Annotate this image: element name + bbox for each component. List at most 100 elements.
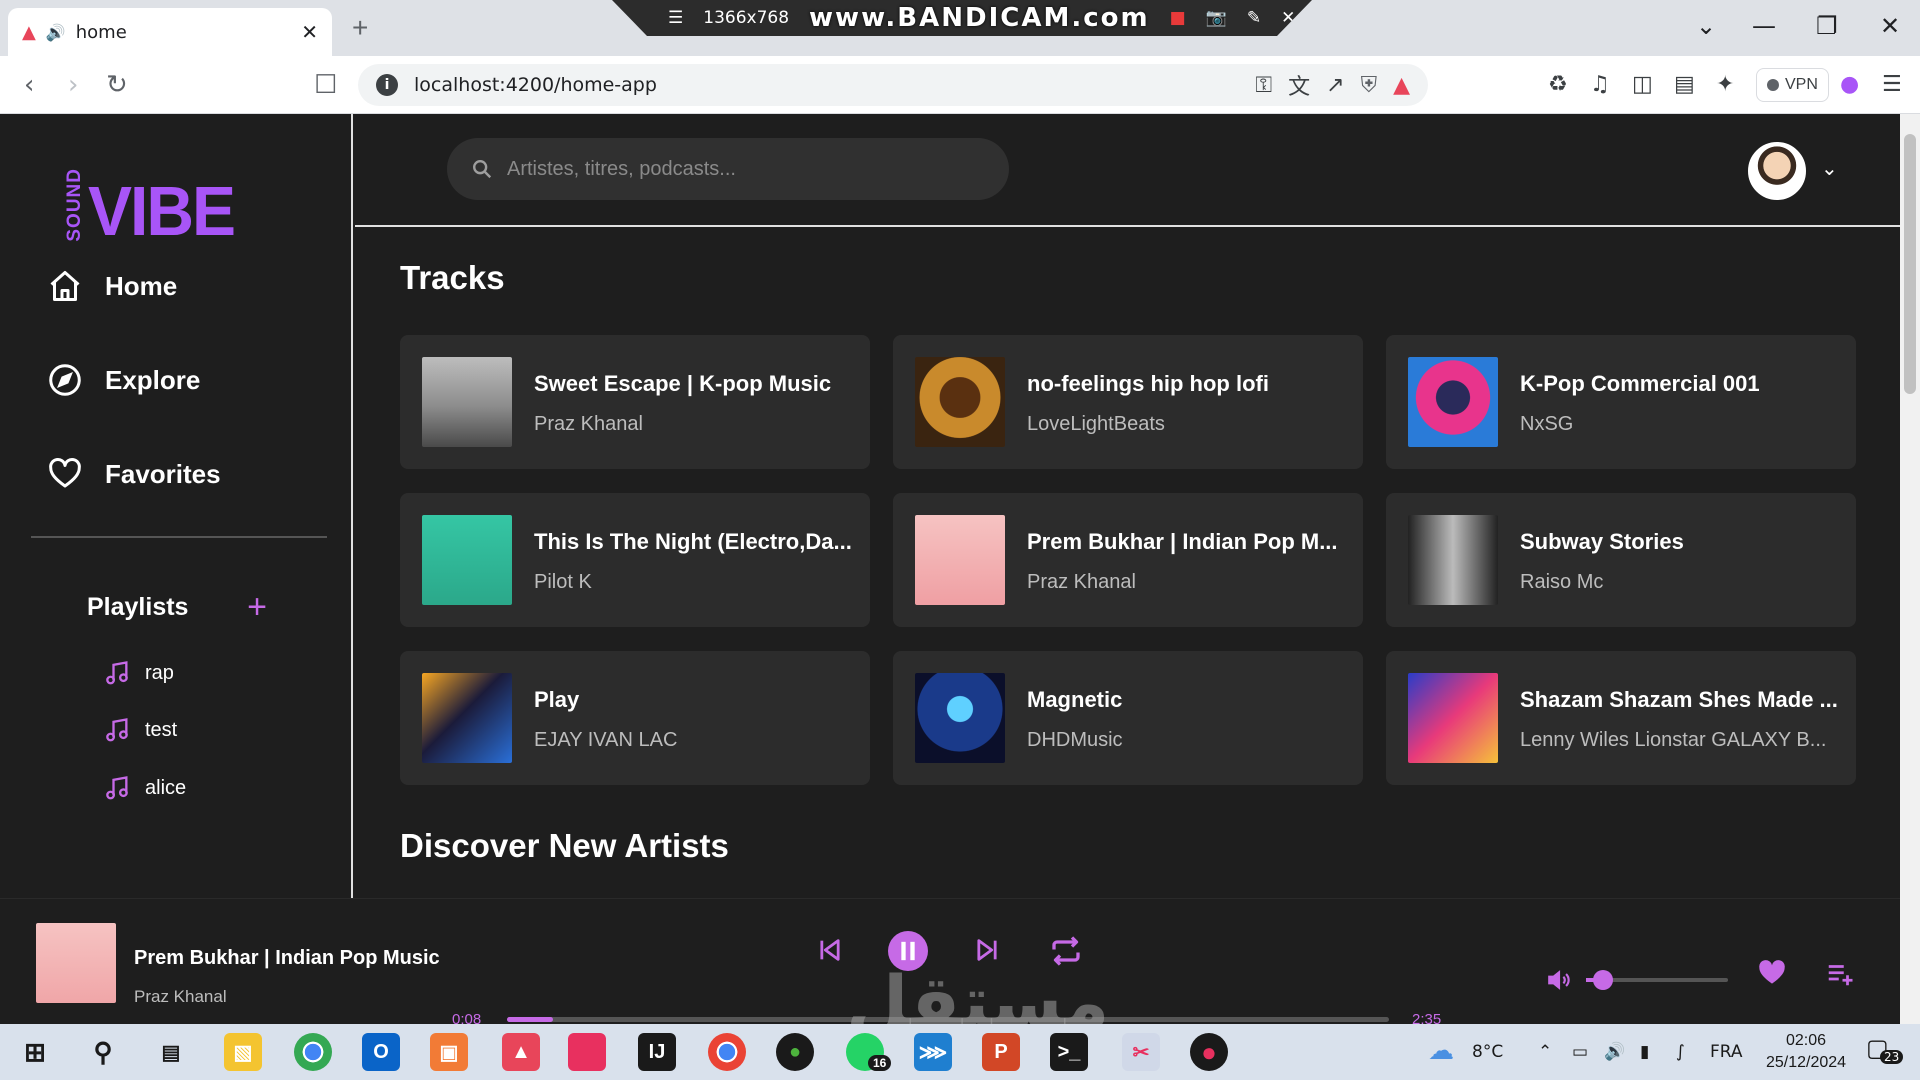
taskbar-search-icon[interactable]: ⚲ bbox=[84, 1033, 122, 1071]
translate-icon[interactable]: 文 bbox=[1288, 69, 1310, 101]
recorder-camera-icon[interactable]: 📷 bbox=[1206, 8, 1227, 28]
recorder-close-icon[interactable]: ✕ bbox=[1281, 8, 1295, 28]
share-icon[interactable]: ↗ bbox=[1326, 73, 1344, 98]
file-explorer-icon[interactable]: ▧ bbox=[224, 1033, 262, 1071]
windows-start-icon[interactable]: ⊞ bbox=[16, 1033, 54, 1071]
intellij-icon[interactable]: IJ bbox=[638, 1033, 676, 1071]
minimize-icon[interactable]: — bbox=[1752, 12, 1776, 40]
forward-icon[interactable]: › bbox=[68, 70, 78, 100]
nav-explore[interactable]: Explore bbox=[47, 362, 200, 398]
whatsapp-icon[interactable]: 16 bbox=[846, 1033, 892, 1071]
nav-favorites[interactable]: Favorites bbox=[47, 456, 221, 492]
user-avatar[interactable] bbox=[1748, 142, 1806, 200]
playlist-item[interactable]: alice bbox=[103, 774, 186, 802]
postman-icon[interactable]: ▣ bbox=[430, 1033, 468, 1071]
media-icon[interactable]: ♫ bbox=[1590, 72, 1610, 97]
leo-ai-icon[interactable]: ✦ bbox=[1716, 72, 1734, 97]
volume-slider[interactable] bbox=[1586, 970, 1728, 990]
pause-icon[interactable] bbox=[888, 931, 928, 971]
playlist-item[interactable]: test bbox=[103, 716, 177, 744]
chevron-down-icon[interactable]: ⌄ bbox=[1821, 156, 1838, 181]
track-card[interactable]: K-Pop Commercial 001 NxSG bbox=[1386, 335, 1856, 469]
password-key-icon[interactable]: ⚿ bbox=[1255, 73, 1272, 98]
track-card[interactable]: Prem Bukhar | Indian Pop M... Praz Khana… bbox=[893, 493, 1363, 627]
menu-icon[interactable]: ☰ bbox=[1882, 72, 1902, 97]
discover-title: Discover New Artists bbox=[400, 827, 729, 864]
volume-knob[interactable] bbox=[1593, 970, 1614, 990]
nav-home[interactable]: Home bbox=[47, 268, 177, 304]
extensions-icon[interactable]: ♻ bbox=[1548, 72, 1568, 97]
track-card[interactable]: Subway Stories Raiso Mc bbox=[1386, 493, 1856, 627]
brave-rewards-icon[interactable]: ▲ bbox=[1393, 73, 1410, 98]
notifications-icon[interactable]: ▢ 23 bbox=[1866, 1034, 1904, 1064]
recorder-pen-icon[interactable]: ✎ bbox=[1247, 8, 1261, 28]
brave-shield-icon[interactable]: ⛨ bbox=[1361, 73, 1378, 98]
new-tab-button[interactable]: + bbox=[352, 12, 368, 44]
now-playing-artist[interactable]: Praz Khanal bbox=[134, 987, 227, 1007]
wallet-icon[interactable]: ▤ bbox=[1674, 72, 1695, 97]
track-card[interactable]: no-feelings hip hop lofi LoveLightBeats bbox=[893, 335, 1363, 469]
tab-close-icon[interactable]: ✕ bbox=[301, 20, 318, 44]
tray-device-icon[interactable]: ▭ bbox=[1572, 1042, 1588, 1062]
sidebar-toggle-icon[interactable]: ◫ bbox=[1632, 72, 1653, 97]
outlook-icon[interactable]: O bbox=[362, 1033, 400, 1071]
mongodb-icon[interactable]: ● bbox=[776, 1033, 814, 1071]
close-window-icon[interactable]: ✕ bbox=[1880, 12, 1900, 40]
app-logo[interactable]: SOUND VIBE bbox=[64, 168, 236, 245]
tray-overflow-icon[interactable]: ⌃ bbox=[1538, 1042, 1552, 1062]
queue-add-icon[interactable] bbox=[1824, 959, 1856, 989]
now-playing-cover[interactable] bbox=[36, 923, 116, 1003]
track-card[interactable]: Shazam Shazam Shes Made ... Lenny Wiles … bbox=[1386, 651, 1856, 785]
progress-bar[interactable] bbox=[507, 1017, 1389, 1022]
weather-temp[interactable]: 8°C bbox=[1472, 1042, 1503, 1062]
back-icon[interactable]: ‹ bbox=[24, 70, 34, 100]
taskbar-clock[interactable]: 02:06 25/12/2024 bbox=[1756, 1030, 1856, 1074]
page-scrollbar[interactable] bbox=[1900, 114, 1920, 1024]
task-view-icon[interactable]: ▤ bbox=[152, 1033, 190, 1071]
vpn-button[interactable]: VPN bbox=[1756, 68, 1829, 102]
language-indicator[interactable]: FRA bbox=[1710, 1042, 1743, 1062]
brave-browser-icon[interactable]: ▲ bbox=[502, 1033, 540, 1071]
volume-icon[interactable] bbox=[1546, 967, 1572, 993]
url-text[interactable]: localhost:4200/home-app bbox=[414, 74, 1239, 96]
profile-icon[interactable]: ● bbox=[1840, 72, 1859, 97]
playlist-item[interactable]: rap bbox=[103, 659, 174, 687]
repeat-icon[interactable] bbox=[1048, 933, 1084, 969]
browser-tab[interactable]: ▲ 🔊 home ✕ bbox=[8, 8, 332, 56]
track-card[interactable]: This Is The Night (Electro,Da... Pilot K bbox=[400, 493, 870, 627]
tab-audio-icon[interactable]: 🔊 bbox=[46, 23, 66, 42]
track-artist: DHDMusic bbox=[1027, 729, 1123, 751]
tray-battery-icon[interactable]: ▮ bbox=[1640, 1042, 1649, 1062]
previous-track-icon[interactable] bbox=[816, 935, 844, 965]
recorder-stop-icon[interactable]: ■ bbox=[1170, 8, 1186, 28]
site-info-icon[interactable]: i bbox=[376, 74, 398, 96]
add-playlist-button[interactable]: + bbox=[247, 590, 267, 624]
weather-icon[interactable]: ☁ bbox=[1428, 1036, 1454, 1066]
restore-icon[interactable]: ❐ bbox=[1816, 12, 1838, 40]
favorite-heart-icon[interactable] bbox=[1756, 957, 1788, 989]
recorder-app-icon[interactable]: ● bbox=[1190, 1033, 1228, 1071]
chrome-icon[interactable] bbox=[294, 1033, 332, 1071]
chrome-2-icon[interactable] bbox=[708, 1033, 746, 1071]
app-pink-icon[interactable] bbox=[568, 1033, 606, 1071]
track-card[interactable]: Magnetic DHDMusic bbox=[893, 651, 1363, 785]
tab-search-icon[interactable]: ⌄ bbox=[1696, 12, 1716, 40]
tray-volume-icon[interactable]: 🔊 bbox=[1604, 1042, 1625, 1062]
recorder-menu-icon[interactable]: ☰ bbox=[668, 8, 683, 28]
address-bar[interactable]: i localhost:4200/home-app ⚿ 文 ↗ ⛨ ▲ bbox=[358, 64, 1428, 106]
search-input[interactable] bbox=[507, 157, 985, 181]
terminal-icon[interactable]: >_ bbox=[1050, 1033, 1088, 1071]
track-card[interactable]: Sweet Escape | K-pop Music Praz Khanal bbox=[400, 335, 870, 469]
vpn-label: VPN bbox=[1785, 76, 1818, 93]
snipping-tool-icon[interactable]: ✂ bbox=[1122, 1033, 1160, 1071]
powerpoint-icon[interactable]: P bbox=[982, 1033, 1020, 1071]
search-bar[interactable] bbox=[447, 138, 1009, 200]
now-playing-title[interactable]: Prem Bukhar | Indian Pop Music bbox=[134, 947, 440, 970]
scrollbar-thumb[interactable] bbox=[1904, 134, 1916, 394]
reload-icon[interactable]: ↻ bbox=[106, 70, 128, 100]
track-card[interactable]: Play EJAY IVAN LAC bbox=[400, 651, 870, 785]
tray-wifi-icon[interactable]: ∫ bbox=[1676, 1042, 1685, 1062]
bookmark-icon[interactable]: ☐ bbox=[314, 70, 337, 100]
vscode-icon[interactable]: ⋙ bbox=[914, 1033, 952, 1071]
next-track-icon[interactable] bbox=[973, 935, 1001, 965]
